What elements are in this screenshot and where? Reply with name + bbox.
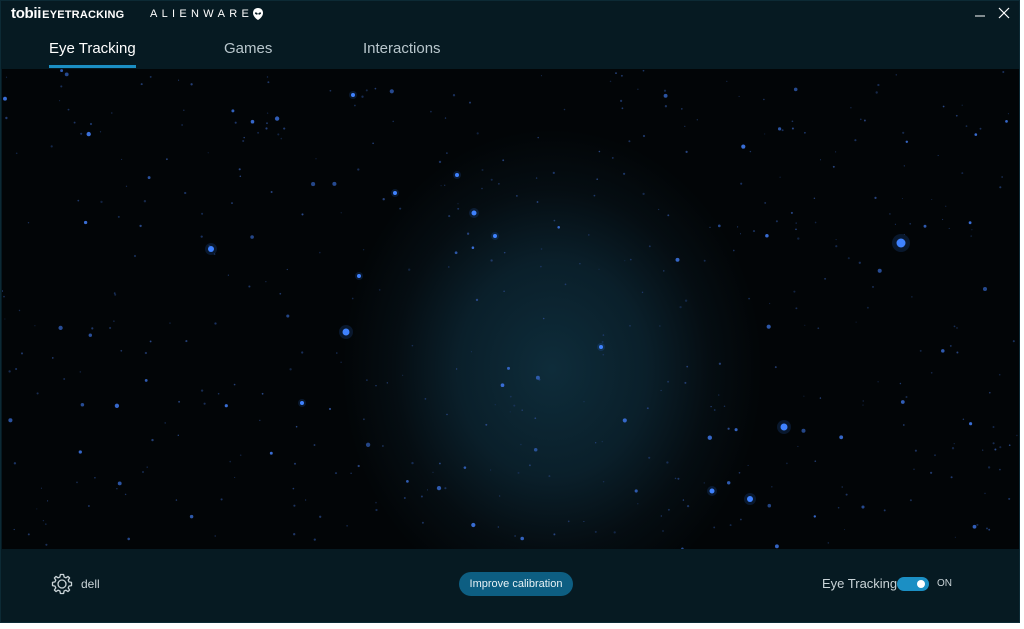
title-bar: tobii EYETRACKING ALIENWARE [1, 1, 1019, 27]
eye-tracking-toggle-label: Eye Tracking [822, 576, 898, 591]
eye-tracking-toggle[interactable] [897, 577, 929, 591]
tab-eye-tracking[interactable]: Eye Tracking [49, 39, 136, 68]
tab-interactions-label: Interactions [363, 40, 441, 57]
improve-calibration-button[interactable]: Improve calibration [459, 572, 573, 596]
active-tab-indicator [49, 65, 136, 68]
tab-games-label: Games [224, 40, 273, 57]
close-icon [998, 7, 1010, 19]
eye-tracking-visualization [2, 69, 1019, 549]
tobii-logo: tobii EYETRACKING [11, 6, 124, 22]
tab-games[interactable]: Games [224, 39, 272, 59]
tab-interactions[interactable]: Interactions [363, 39, 441, 59]
eye-tracking-state: ON [937, 578, 952, 589]
alien-head-icon [253, 8, 264, 20]
alienware-logo-text: ALIENWARE [150, 8, 254, 20]
tab-eye-tracking-label: Eye Tracking [49, 40, 136, 57]
footer-bar: dell Improve calibration Eye Tracking ON [2, 549, 1019, 622]
app-window: tobii EYETRACKING ALIENWARE Eye Tracking … [0, 0, 1020, 623]
gear-icon [51, 573, 73, 595]
settings-button[interactable] [50, 572, 74, 596]
minimize-button[interactable] [969, 3, 991, 23]
tab-bar: Eye Tracking Games Interactions [1, 27, 1019, 69]
minimize-icon [975, 15, 985, 17]
tobii-logo-word: tobii [11, 5, 42, 22]
toggle-knob [917, 580, 925, 588]
particle-field [2, 69, 1018, 549]
tobii-logo-sub: EYETRACKING [42, 9, 125, 21]
alienware-logo: ALIENWARE [150, 7, 264, 21]
close-button[interactable] [993, 3, 1015, 23]
user-profile-name: dell [81, 577, 100, 591]
